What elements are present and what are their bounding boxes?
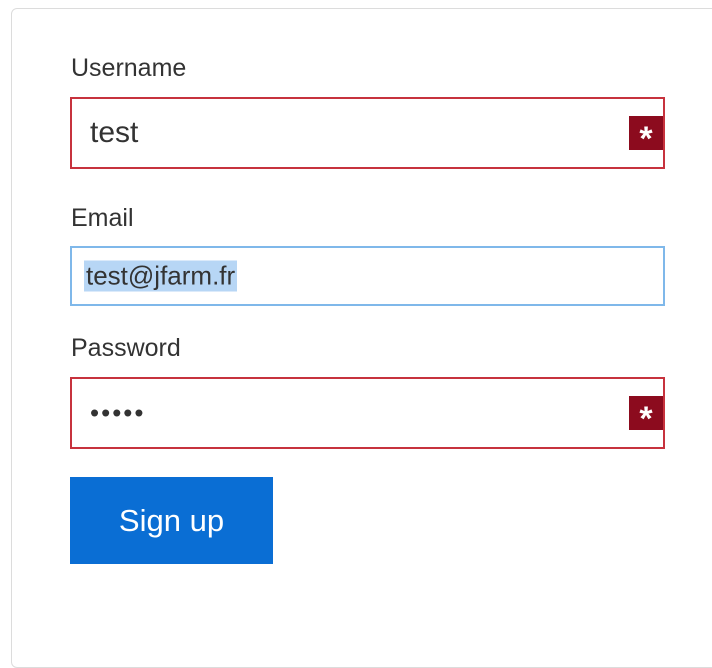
email-input[interactable]: test@jfarm.fr xyxy=(70,246,665,306)
username-value: test xyxy=(90,116,139,149)
password-input[interactable]: ••••• * xyxy=(70,377,665,449)
sign-up-button[interactable]: Sign up xyxy=(70,477,273,564)
required-asterisk-icon: * xyxy=(629,116,663,150)
required-asterisk-icon: * xyxy=(629,396,663,430)
email-value-selected: test@jfarm.fr xyxy=(84,260,238,292)
username-input[interactable]: test * xyxy=(70,97,665,169)
email-label: Email xyxy=(71,204,134,232)
username-label: Username xyxy=(71,54,187,82)
password-label: Password xyxy=(71,334,181,362)
password-value: ••••• xyxy=(90,397,146,428)
